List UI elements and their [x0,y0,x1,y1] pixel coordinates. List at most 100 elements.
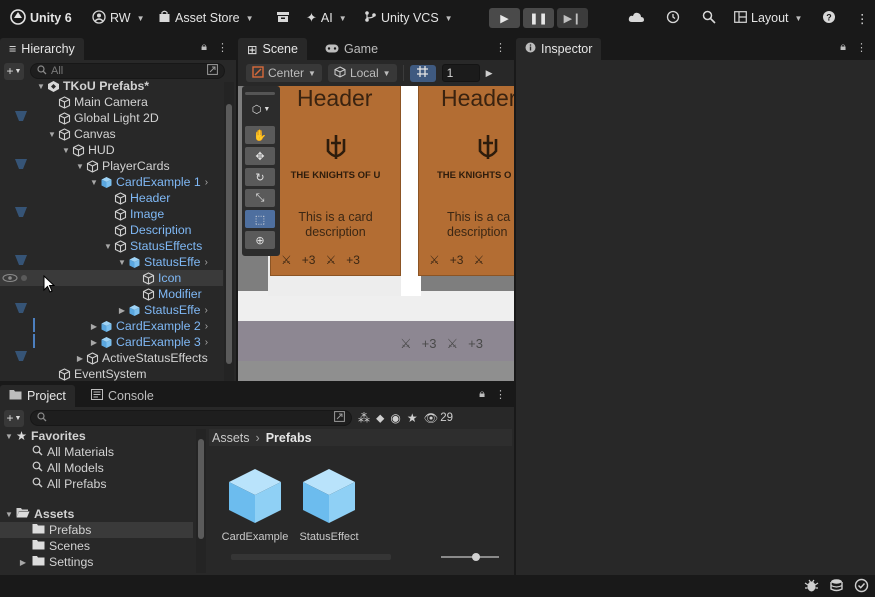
overlay-drag-handle[interactable] [245,92,275,95]
kebab-menu-icon[interactable]: ⋮ [217,41,228,54]
layout-dropdown[interactable]: Layout ▼ [730,7,806,29]
rotate-tool-button[interactable]: ↻ [245,168,275,186]
expand-arrow-icon[interactable]: ▼ [4,510,14,519]
favorites-header[interactable]: ▼ ★ Favorites [4,428,199,444]
expand-arrow-icon[interactable]: ▶ [89,338,99,347]
expand-arrow-icon[interactable]: ▼ [103,242,113,251]
chevron-right-icon[interactable]: › [205,257,208,268]
expand-arrow-icon[interactable]: ▼ [75,162,85,171]
lock-icon[interactable]: 🔒︎ [840,41,846,54]
tree-row-statuseffects[interactable]: ▼ StatusEffects [103,238,236,254]
asset-item-statuseffect[interactable]: StatusEffect [294,467,364,543]
chevron-right-icon[interactable]: › [205,321,208,332]
tree-row-eventsystem[interactable]: EventSystem [47,366,236,381]
step-button[interactable]: ▶❙ [557,8,588,28]
tree-row-statuseffect-b[interactable]: ▶ StatusEffe › [117,302,236,318]
bug-icon[interactable] [804,578,819,596]
hidden-packages-toggle[interactable]: 👁︎ 29 [424,411,453,425]
cloud-button[interactable] [624,7,649,29]
kebab-menu-icon[interactable]: ⋮ [495,388,506,401]
asset-store-dropdown[interactable]: Asset Store ▼ [154,7,258,29]
chevron-right-icon[interactable]: › [205,305,208,316]
search-scope-icon[interactable] [334,411,345,425]
tree-row-modifier[interactable]: Modifier [131,286,236,302]
tree-row-canvas[interactable]: ▼ Canvas [47,126,236,142]
history-button[interactable] [662,7,684,29]
tree-row-icon[interactable]: Icon [0,270,223,286]
search-by-type-icon[interactable]: ⁂ [358,411,370,425]
lock-icon[interactable]: 🔒︎ [201,41,207,54]
grid-size-input[interactable]: 1 [441,64,480,82]
project-search-input[interactable] [30,410,352,426]
tab-game[interactable]: Game [316,38,387,60]
tree-row-main-camera[interactable]: Main Camera [47,94,236,110]
expand-arrow-icon[interactable]: ▼ [89,178,99,187]
tree-row-statuseffect-a[interactable]: ▼ StatusEffe › [117,254,236,270]
account-dropdown[interactable]: RW ▼ [88,7,149,29]
project-tree-scrollbar[interactable] [196,429,206,573]
favorite-star-icon[interactable]: ★ [407,411,418,425]
folder-item-settings[interactable]: ▶ Settings [18,554,213,570]
tree-row-hud[interactable]: ▼ HUD [61,142,236,158]
assets-header[interactable]: ▼ Assets [4,506,199,522]
tree-row-cardexample-1[interactable]: ▼ CardExample 1 › [89,174,236,190]
slider-thumb[interactable] [471,553,480,561]
hand-tool-button[interactable]: ✋ [245,126,275,144]
chevron-right-icon[interactable]: › [205,177,208,188]
card-preview-2[interactable]: Header THE KNIGHTS O This is a ca descri… [418,86,514,276]
visibility-toggle[interactable] [14,252,30,266]
chevron-right-icon[interactable]: › [205,337,208,348]
tree-row-image[interactable]: Image [103,206,236,222]
space-dropdown[interactable]: Local ▼ [327,64,397,82]
move-tool-button[interactable]: ✥ [245,147,275,165]
unity-menu[interactable]: Unity 6 [6,7,76,29]
check-circle-icon[interactable] [854,578,869,596]
expand-arrow-icon[interactable]: ▶ [89,322,99,331]
kebab-menu-icon[interactable]: ⋮ [495,41,506,54]
tree-row-activestatuseffects[interactable]: ▶ ActiveStatusEffects [75,350,236,366]
cache-server-icon[interactable] [829,578,844,596]
expand-arrow-icon[interactable]: ▼ [4,432,14,441]
grid-snap-toggle[interactable] [409,64,436,82]
tool-mode-dropdown[interactable]: ⬡ ▼ [245,101,277,117]
package-manager-button[interactable] [272,7,294,29]
hierarchy-scrollbar[interactable] [224,82,234,381]
scene-picker-icon[interactable] [207,64,218,78]
expand-arrow-icon[interactable]: ▼ [117,258,127,267]
pivot-dropdown[interactable]: Center ▼ [246,64,322,82]
icon-size-slider[interactable] [231,553,501,561]
create-asset-button[interactable]: + ▼ [4,409,24,427]
ai-dropdown[interactable]: ✦ AI ▼ [302,7,351,29]
tree-row-cardexample-2[interactable]: ▶ CardExample 2 › [89,318,236,334]
breadcrumb-item[interactable]: Assets [212,431,250,445]
kebab-menu-icon[interactable]: ⋮ [856,41,867,54]
help-button[interactable]: ? [818,7,840,29]
tree-row-header[interactable]: Header [103,190,236,206]
folder-item-prefabs[interactable]: Prefabs [0,522,193,538]
visibility-toggle[interactable] [14,348,30,362]
expand-arrow-icon[interactable]: ▼ [61,146,71,155]
play-button[interactable]: ▶ [489,8,520,28]
tree-row-scene[interactable]: ▼ TKoU Prefabs* ⋮ [36,78,236,94]
expand-arrow-icon[interactable]: ▶ [75,354,85,363]
asset-import-icon[interactable]: ◉ [390,411,400,425]
eye-icon[interactable] [2,272,32,286]
card-preview-1[interactable]: Header THE KNIGHTS OF U This is a card d… [270,86,401,276]
scale-tool-button[interactable]: ⤡ [245,189,275,207]
expand-arrow-icon[interactable]: ▼ [47,130,57,139]
tab-scene[interactable]: ⊞ Scene [238,38,307,60]
rect-tool-button[interactable]: ⬚ [245,210,275,228]
create-button[interactable]: + ▼ [4,62,24,80]
lock-icon[interactable]: 🔒︎ [479,388,485,401]
visibility-toggle[interactable] [14,108,30,122]
tab-console[interactable]: Console [82,385,163,407]
breadcrumb-item[interactable]: Prefabs [266,431,312,445]
expand-arrow-icon[interactable]: ▶ [117,306,127,315]
asset-item-cardexample[interactable]: CardExample [220,467,290,543]
pause-button[interactable]: ❚❚ [523,8,554,28]
scrollbar-thumb[interactable] [198,439,204,539]
tab-inspector[interactable]: Inspector [516,38,602,60]
tree-row-description[interactable]: Description [103,222,236,238]
tree-row-cardexample-3[interactable]: ▶ CardExample 3 › [89,334,236,350]
search-button[interactable] [698,7,720,29]
